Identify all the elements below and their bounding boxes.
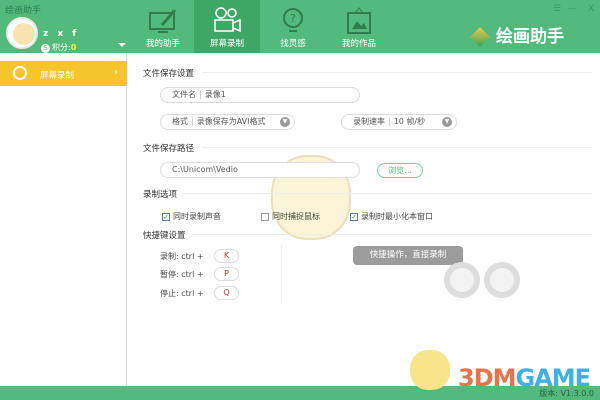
menu-icon[interactable]: ☰ (553, 4, 561, 14)
chevron-down-icon[interactable]: ▼ (280, 117, 290, 127)
minimize-button[interactable]: — (568, 4, 577, 14)
tab-my-assistant[interactable]: 我的助手 (130, 0, 196, 53)
hotkey-mod: ctrl + (181, 270, 204, 279)
checkbox-unchecked-icon[interactable] (261, 212, 269, 221)
user-menu-chevron-down-icon[interactable] (118, 43, 126, 47)
avatar[interactable] (6, 17, 38, 49)
tab-my-works[interactable]: 我的作品 (326, 0, 392, 53)
version-label: 版本: V1.3.0.0 (539, 389, 594, 398)
rate-select[interactable]: 录制速率 | 10 帧/秒 ▼ (341, 114, 457, 130)
section-title-options: 录制选项 (143, 190, 178, 200)
filename-label: 文件名 (172, 90, 196, 99)
hotkey-record-key[interactable]: K (214, 249, 239, 263)
film-reel-icon (13, 66, 27, 80)
hotkey-stop: 停止: ctrl + (160, 288, 204, 299)
film-reel-icon (444, 262, 480, 298)
filename-input[interactable]: 文件名 | 录像1 (160, 87, 360, 103)
hotkey-pause: 暂停: ctrl + (160, 269, 204, 280)
chevron-down-icon[interactable]: ▼ (442, 117, 452, 127)
hotkey-label: 录制: (160, 252, 179, 261)
tab-label: 我的作品 (341, 39, 376, 49)
section-title-file-settings: 文件保存设置 (143, 69, 195, 79)
checkbox-label: 同时录制声音 (173, 212, 221, 221)
tab-screen-record[interactable]: 屏幕录制 (194, 0, 260, 53)
checkbox-minimize-window[interactable]: ✓ 录制时最小化本窗口 (350, 211, 433, 222)
checkbox-checked-icon[interactable]: ✓ (162, 212, 170, 221)
checkbox-label: 同时捕捉鼠标 (272, 212, 320, 221)
tab-label: 屏幕录制 (209, 39, 244, 49)
divider (281, 245, 282, 305)
hotkey-stop-key[interactable]: Q (214, 286, 239, 300)
section-title-hotkeys: 快捷键设置 (143, 231, 186, 241)
score-label: 积分: (52, 43, 71, 52)
hotkey-tooltip: 快捷操作，直接录制 (353, 246, 463, 265)
monitor-pen-icon (149, 9, 177, 33)
browse-button[interactable]: 浏览... (377, 163, 423, 178)
rate-label: 录制速率 (353, 117, 385, 126)
camera-icon (214, 7, 241, 33)
header: 绘画助手 z x f S 积分:0 我的助手 屏幕录制 ? 找灵感 我的作品 ☰ … (0, 0, 600, 53)
username: z x f (43, 29, 80, 39)
rate-value: 10 帧/秒 (393, 117, 426, 126)
hotkey-mod: ctrl + (181, 289, 204, 298)
hotkey-record: 录制: ctrl + (160, 251, 204, 262)
score: S 积分:0 (41, 42, 76, 53)
hotkey-mod: ctrl + (181, 252, 204, 261)
hotkey-label: 暂停: (160, 270, 179, 279)
tab-find-inspiration[interactable]: ? 找灵感 (260, 0, 326, 53)
score-badge-icon: S (41, 44, 50, 53)
sidebar-item-label: 屏幕录制 (40, 71, 75, 81)
checkbox-checked-icon[interactable]: ✓ (350, 212, 358, 221)
app-title: 绘画助手 (5, 6, 42, 16)
picture-frame-icon (347, 7, 371, 34)
tab-label: 我的助手 (145, 39, 180, 49)
hotkey-label: 停止: (160, 289, 179, 298)
format-select[interactable]: 格式 | 录像保存为AVI格式 ▼ (160, 114, 295, 130)
checkbox-capture-mouse[interactable]: 同时捕捉鼠标 (261, 211, 320, 222)
score-value: 0 (70, 43, 77, 52)
logo-text: 绘画助手 (496, 27, 564, 47)
close-button[interactable]: X (588, 4, 594, 14)
checkbox-record-sound[interactable]: ✓ 同时录制声音 (162, 211, 221, 222)
film-reel-icon (484, 262, 520, 298)
app-logo: 绘画助手 (470, 22, 564, 47)
svg-text:?: ? (290, 12, 296, 25)
hotkey-pause-key[interactable]: P (214, 267, 239, 281)
chevron-right-icon: › (114, 67, 118, 78)
path-input[interactable]: C:\Unicom\Vedio (160, 162, 360, 178)
sidebar-item-screen-record[interactable]: 屏幕录制 › (0, 61, 127, 86)
format-value: 录像保存为AVI格式 (196, 117, 266, 126)
watermark-text: 3DM (458, 364, 517, 392)
pencil-logo-icon (470, 27, 490, 47)
checkbox-label: 录制时最小化本窗口 (361, 212, 433, 221)
sidebar: 屏幕录制 › (0, 53, 127, 386)
lightbulb-question-icon: ? (283, 8, 303, 32)
mascot-watermark (410, 350, 450, 390)
section-title-path: 文件保存路径 (143, 144, 195, 154)
tab-label: 找灵感 (280, 39, 306, 49)
format-label: 格式 (172, 117, 188, 126)
filename-value: 录像1 (204, 90, 226, 99)
